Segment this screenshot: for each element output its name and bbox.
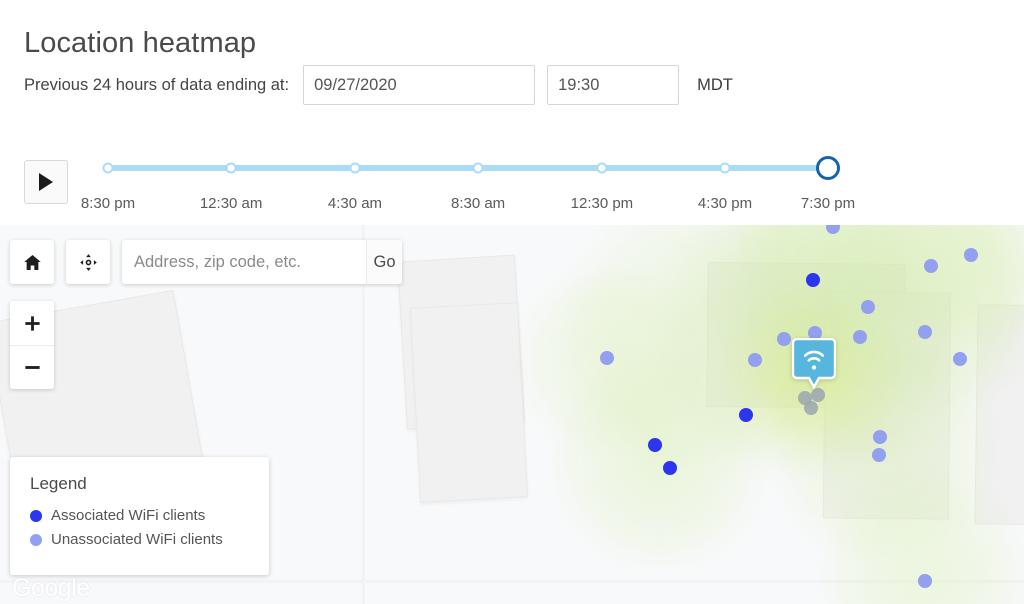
slider-tick-label-3: 8:30 am — [450, 195, 506, 212]
wifi-access-point-marker[interactable] — [791, 337, 837, 390]
client-dot-assoc[interactable] — [806, 273, 820, 287]
go-button[interactable]: Go — [366, 240, 402, 284]
client-dot-unassoc[interactable] — [873, 430, 887, 444]
legend-item-label: Associated WiFi clients — [51, 507, 206, 524]
map-building-1 — [409, 302, 529, 503]
client-dot-unassoc[interactable] — [600, 351, 614, 365]
client-dot-unassoc[interactable] — [861, 300, 875, 314]
crosshair-icon — [79, 253, 97, 271]
time-range-row: Previous 24 hours of data ending at: MDT — [24, 65, 733, 105]
play-icon — [39, 173, 53, 191]
zoom-out-button[interactable] — [10, 345, 54, 389]
map-legend: Legend Associated WiFi clients Unassociat… — [10, 457, 269, 575]
google-attribution: Google — [12, 574, 90, 602]
zoom-controls — [10, 301, 54, 389]
client-dot-assoc[interactable] — [739, 408, 753, 422]
legend-swatch-1 — [30, 534, 42, 546]
time-range-label: Previous 24 hours of data ending at: — [24, 75, 290, 94]
slider-tick-5[interactable] — [719, 162, 731, 174]
client-dot-unassoc[interactable] — [964, 248, 978, 262]
client-dot-unassoc[interactable] — [924, 259, 938, 273]
timeline: 8:30 pm 12:30 am 4:30 am 8:30 am 12:30 pm 4:3… — [0, 150, 1024, 215]
client-dot-unassoc[interactable] — [953, 352, 967, 366]
slider-handle-label: 7:30 pm — [800, 195, 856, 212]
zoom-in-button[interactable] — [10, 301, 54, 345]
legend-item-label: Unassociated WiFi clients — [51, 531, 223, 548]
slider-tick-0[interactable] — [102, 162, 114, 174]
home-icon — [23, 254, 41, 270]
client-dot-unassoc[interactable] — [777, 332, 791, 346]
map-road-horizontal — [0, 580, 1024, 583]
slider-tick-3[interactable] — [472, 162, 484, 174]
time-input[interactable] — [547, 65, 680, 105]
client-dot-unassoc[interactable] — [748, 353, 762, 367]
client-dot-unassoc[interactable] — [918, 325, 932, 339]
time-slider[interactable]: 8:30 pm 12:30 am 4:30 am 8:30 am 12:30 pm 4:3… — [81, 156, 855, 212]
slider-tick-label-4: 12:30 pm — [570, 195, 634, 212]
client-dot-unassoc[interactable] — [853, 330, 867, 344]
slider-tick-2[interactable] — [349, 162, 361, 174]
legend-item-0: Associated WiFi clients — [30, 504, 249, 528]
client-dot-grey[interactable] — [804, 401, 818, 415]
slider-handle[interactable] — [816, 156, 840, 180]
slider-tick-4[interactable] — [596, 162, 608, 174]
locate-button[interactable] — [66, 240, 110, 284]
location-heatmap-page: Location heatmap Previous 24 hours of da… — [0, 0, 1024, 604]
map-building-5 — [974, 304, 1024, 526]
map-canvas[interactable]: Go Legend Associated WiFi clients Unassoc… — [0, 225, 1024, 604]
wifi-marker-icon — [791, 337, 837, 390]
slider-tick-label-5: 4:30 pm — [697, 195, 753, 212]
legend-title: Legend — [30, 474, 87, 493]
play-button[interactable] — [24, 160, 68, 204]
plus-icon — [24, 315, 40, 331]
slider-tick-label-1: 12:30 am — [199, 195, 263, 212]
address-search: Go — [122, 240, 402, 284]
page-title: Location heatmap — [24, 27, 257, 60]
legend-item-1: Unassociated WiFi clients — [30, 528, 249, 552]
slider-tick-label-0: 8:30 pm — [80, 195, 136, 212]
timezone-label: MDT — [697, 75, 733, 94]
slider-tick-label-2: 4:30 am — [327, 195, 383, 212]
client-dot-grey[interactable] — [811, 388, 825, 402]
client-dot-unassoc[interactable] — [918, 574, 932, 588]
address-input[interactable] — [122, 240, 366, 284]
client-dot-unassoc[interactable] — [826, 225, 840, 234]
slider-tick-1[interactable] — [225, 162, 237, 174]
date-input[interactable] — [303, 65, 536, 105]
client-dot-assoc[interactable] — [648, 438, 662, 452]
client-dot-unassoc[interactable] — [872, 448, 886, 462]
home-button[interactable] — [10, 240, 54, 284]
map-building-4 — [822, 291, 952, 520]
legend-swatch-0 — [30, 510, 42, 522]
minus-icon — [24, 366, 40, 369]
client-dot-assoc[interactable] — [663, 461, 677, 475]
legend-items: Associated WiFi clients Unassociated WiFi… — [30, 504, 249, 552]
